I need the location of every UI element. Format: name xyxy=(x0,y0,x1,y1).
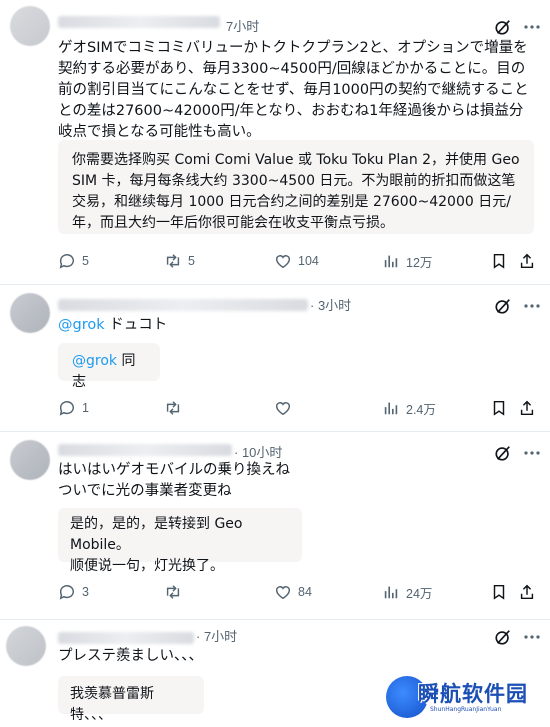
avatar[interactable] xyxy=(10,293,50,333)
author-name-redacted[interactable] xyxy=(58,16,220,28)
bookmark-icon[interactable] xyxy=(490,250,508,272)
bookmark-icon[interactable] xyxy=(490,581,508,603)
views-button[interactable]: 24万 xyxy=(382,581,432,603)
views-button[interactable]: 2.4万 xyxy=(382,397,436,419)
tweet-text: はいはいゲオモバイルの乗り換えね ついでに光の事業者変更ね xyxy=(58,460,290,502)
heart-icon xyxy=(275,402,291,416)
repost-icon xyxy=(166,585,180,599)
tweet-2[interactable]: · 3小时 @grok ドュコト @grok 同志 1 2.4万 xyxy=(0,285,550,432)
reply-count: 1 xyxy=(82,401,89,415)
translation-line: 是的，是的，是转接到 Geo Mobile。 xyxy=(70,516,243,553)
tweet-text-line: ついでに光の事業者変更ね xyxy=(58,483,232,499)
tweet-text: プレステ羨ましい、、、 xyxy=(58,648,203,664)
heart-icon xyxy=(275,586,291,600)
translation-box: 你需要选择购买 Comi Comi Value 或 Toku Toku Plan… xyxy=(58,140,534,234)
reply-icon xyxy=(59,401,74,416)
tweet-1[interactable]: 7小时 ゲオSIMでコミコミバリューかトクトクプラン2と、オプションで増量を契約… xyxy=(0,0,550,285)
site-watermark: 瞬航软件园 ShunHangRuanJianYuan xyxy=(386,676,546,722)
watermark-title: 瞬航软件园 xyxy=(418,682,528,706)
like-button[interactable]: 104 xyxy=(274,250,319,272)
mention-link[interactable]: @grok xyxy=(58,317,105,333)
more-options-icon[interactable] xyxy=(522,628,542,646)
tweet-3[interactable]: · 10小时 はいはいゲオモバイルの乗り換えね ついでに光の事業者変更ね 是的，… xyxy=(0,432,550,620)
grok-icon[interactable] xyxy=(494,18,512,36)
heart-icon xyxy=(275,255,291,269)
tweet-time[interactable]: · 3小时 xyxy=(310,295,351,314)
grok-icon[interactable] xyxy=(494,444,512,462)
author-name-redacted[interactable] xyxy=(58,444,232,456)
tweet-time[interactable]: · 7小时 xyxy=(196,626,237,645)
repost-button[interactable] xyxy=(164,397,182,419)
tweet-text-line: はいはいゲオモバイルの乗り換えね xyxy=(58,462,290,478)
translation-box: @grok 同志 xyxy=(58,343,160,390)
repost-icon xyxy=(166,401,180,415)
author-name-redacted[interactable] xyxy=(58,632,194,644)
more-options-icon[interactable] xyxy=(522,18,542,36)
like-button[interactable] xyxy=(274,397,292,419)
repost-button[interactable]: 5 xyxy=(164,250,195,272)
views-icon xyxy=(384,255,398,268)
view-count: 2.4万 xyxy=(406,402,436,417)
views-icon xyxy=(384,402,398,415)
repost-count: 5 xyxy=(188,254,195,268)
watermark-subtitle: ShunHangRuanJianYuan xyxy=(430,706,502,713)
more-options-icon[interactable] xyxy=(522,444,542,462)
view-count: 12万 xyxy=(406,255,433,270)
share-icon[interactable] xyxy=(518,397,536,419)
more-options-icon[interactable] xyxy=(522,297,542,315)
repost-button[interactable] xyxy=(164,581,182,603)
mention-link[interactable]: @grok xyxy=(72,353,117,369)
tweet-text: ゲオSIMでコミコミバリューかトクトクプラン2と、オプションで増量を契約する必要… xyxy=(58,40,529,140)
translation-box: 我羡慕普雷斯特、、、 xyxy=(58,676,204,723)
reply-icon xyxy=(59,585,74,600)
reply-button[interactable]: 5 xyxy=(58,250,89,272)
avatar[interactable] xyxy=(6,626,46,666)
tweet-time[interactable]: 7小时 xyxy=(226,16,259,35)
translation-line: 顺便说一句，灯光换了。 xyxy=(70,558,224,574)
reply-count: 3 xyxy=(82,585,89,599)
like-button[interactable]: 84 xyxy=(274,581,312,603)
views-button[interactable]: 12万 xyxy=(382,250,432,272)
translation-box: 是的，是的，是转接到 Geo Mobile。 顺便说一句，灯光换了。 xyxy=(58,508,302,574)
tweet-text-rest: ドュコト xyxy=(104,317,168,333)
avatar[interactable] xyxy=(10,6,50,46)
reply-button[interactable]: 3 xyxy=(58,581,89,603)
tweet-text: @grok ドュコト xyxy=(58,315,167,336)
author-name-redacted[interactable] xyxy=(58,299,308,311)
avatar[interactable] xyxy=(10,440,50,480)
tweet-time[interactable]: · 10小时 xyxy=(234,442,282,461)
reply-button[interactable]: 1 xyxy=(58,397,89,419)
repost-icon xyxy=(166,254,180,268)
tweet-actions: 3 84 24万 xyxy=(58,581,542,603)
like-count: 104 xyxy=(298,254,319,268)
share-icon[interactable] xyxy=(518,581,536,603)
grok-icon[interactable] xyxy=(494,628,512,646)
grok-icon[interactable] xyxy=(494,297,512,315)
reply-icon xyxy=(59,254,74,269)
bookmark-icon[interactable] xyxy=(490,397,508,419)
tweet-actions: 5 5 104 12万 xyxy=(58,250,542,272)
share-icon[interactable] xyxy=(518,250,536,272)
like-count: 84 xyxy=(298,585,312,599)
tweet-actions: 1 2.4万 xyxy=(58,397,542,419)
views-icon xyxy=(384,586,398,599)
view-count: 24万 xyxy=(406,586,433,601)
reply-count: 5 xyxy=(82,254,89,268)
